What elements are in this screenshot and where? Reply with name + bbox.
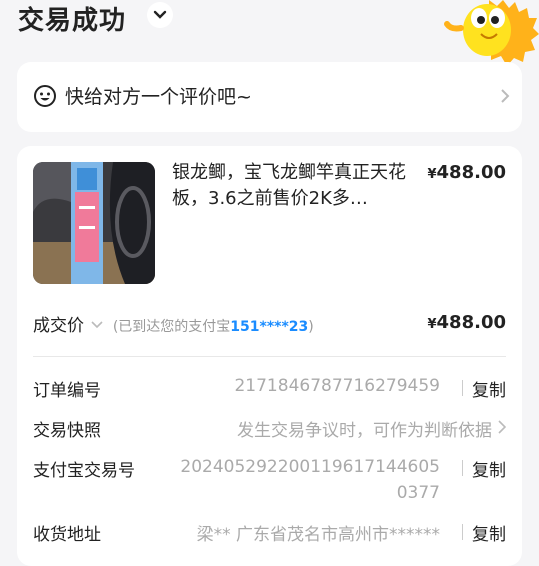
deal-note-suffix: ) <box>308 319 314 335</box>
deal-price-row[interactable]: 成交价 (已到达您的支付宝151****23) <box>33 311 314 336</box>
deal-price-value: 488.00 <box>436 312 506 333</box>
snapshot-hint: 发生交易争议时，可作为判断依据 <box>237 421 492 441</box>
smile-face-icon <box>34 85 56 107</box>
copy-alipay-trade-button[interactable]: 复制 <box>462 456 506 481</box>
currency-symbol: ¥ <box>427 317 437 332</box>
order-number-label: 订单编号 <box>33 381 101 401</box>
shipping-address-value: 梁** 广东省茂名市高州市****** <box>196 525 440 545</box>
product-thumbnail[interactable] <box>33 162 155 284</box>
title-dropdown-button[interactable] <box>147 2 173 28</box>
mascot-icon <box>444 0 539 66</box>
copy-order-number-button[interactable]: 复制 <box>462 376 506 401</box>
review-prompt-text: 快给对方一个评价吧~ <box>65 86 252 108</box>
product-price-value: 488.00 <box>436 162 506 183</box>
deal-price: ¥488.00 <box>427 312 506 333</box>
shipping-address-label: 收货地址 <box>33 525 101 545</box>
chevron-right-icon <box>501 89 510 103</box>
alipay-trade-value-line2: 0377 <box>396 483 440 503</box>
product-title[interactable]: 银龙鲫，宝飞龙鲫竿真正天花板，3.6之前售价2K多… <box>172 160 412 212</box>
product-price: ¥488.00 <box>427 162 506 183</box>
chevron-down-icon <box>91 321 103 329</box>
order-number-value: 2171846787716279459 <box>234 376 440 396</box>
review-prompt-card[interactable]: 快给对方一个评价吧~ <box>17 62 522 132</box>
deal-note: (已到达您的支付宝151****23) <box>113 319 314 335</box>
alipay-account: 151****23 <box>230 319 309 335</box>
alipay-trade-value-line1: 20240529220011961714460​5 <box>180 457 440 477</box>
page-title: 交易成功 <box>18 6 127 36</box>
chevron-down-icon <box>153 10 167 19</box>
snapshot-label: 交易快照 <box>33 421 101 441</box>
deal-note-prefix: (已到达您的支付宝 <box>112 319 231 335</box>
alipay-trade-value: 20240529220011961714460​5 0377 <box>180 454 440 506</box>
divider <box>33 356 506 357</box>
deal-price-label: 成交价 <box>33 316 84 336</box>
chevron-right-icon <box>498 420 506 434</box>
product-image <box>33 162 155 284</box>
alipay-trade-label: 支付宝交易号 <box>33 461 135 481</box>
order-card: 银龙鲫，宝飞龙鲫竿真正天花板，3.6之前售价2K多… ¥488.00 成交价 (… <box>17 146 522 566</box>
currency-symbol: ¥ <box>427 167 437 182</box>
copy-address-button[interactable]: 复制 <box>462 520 506 545</box>
